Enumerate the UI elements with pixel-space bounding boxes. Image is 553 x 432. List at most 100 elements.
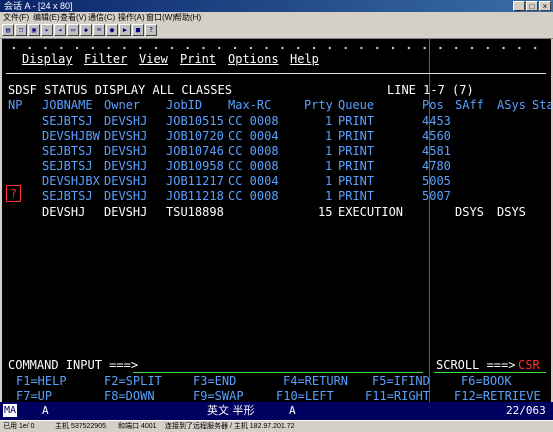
- row-saff: DSYS: [455, 205, 484, 219]
- command-input[interactable]: [133, 372, 423, 373]
- menu-actions[interactable]: 操作(A): [118, 12, 145, 23]
- row-prty: 1: [325, 159, 333, 173]
- menu-options[interactable]: Options: [228, 52, 279, 66]
- display-icon[interactable]: ▭: [67, 24, 79, 36]
- menu-help[interactable]: 帮助(H): [174, 12, 201, 23]
- pf-key[interactable]: F3=END: [193, 374, 236, 388]
- col-maxrc: Max-RC: [228, 98, 272, 112]
- col-pos: Pos: [422, 98, 444, 112]
- row-pos: 4453: [422, 114, 451, 128]
- row-jobid: JOB11218: [166, 189, 224, 203]
- print-icon[interactable]: ▤: [2, 24, 14, 36]
- menu-help-sdsf[interactable]: Help: [290, 52, 319, 66]
- connection-indicator: 已用 1e/ 0: [3, 423, 35, 430]
- pf-key[interactable]: F10=LEFT: [276, 389, 334, 402]
- connection-message: 连接到了远程服务器 / 主机 182.97.201.72: [165, 423, 295, 430]
- help-icon[interactable]: ?: [145, 24, 157, 36]
- row-maxrc: CC 0008: [228, 159, 279, 173]
- row-queue: PRINT: [338, 159, 375, 173]
- row-owner: DEVSHJ: [104, 189, 148, 203]
- row-maxrc: CC 0008: [228, 189, 279, 203]
- color-icon[interactable]: ◆: [80, 24, 92, 36]
- stop-icon[interactable]: ■: [132, 24, 144, 36]
- row-pos: 5007: [422, 189, 451, 203]
- oia-session: A: [42, 404, 49, 417]
- pf-key[interactable]: F12=RETRIEVE: [454, 389, 541, 402]
- menu-divider: [6, 73, 546, 74]
- connection-status-bar: 已用 1e/ 0 主机 537522905 和端口 4001 连接到了远程服务器…: [0, 420, 553, 432]
- row-queue: PRINT: [338, 129, 375, 143]
- row-jobid: JOB10515: [166, 114, 224, 128]
- menu-edit[interactable]: 编辑(E): [33, 12, 60, 23]
- row-owner: DEVSHJ: [104, 114, 148, 128]
- scroll-label: SCROLL ===>: [436, 358, 516, 372]
- pf-key[interactable]: F8=DOWN: [104, 389, 155, 402]
- row-pos: 4581: [422, 144, 451, 158]
- row-maxrc: CC 0004: [228, 129, 279, 143]
- row-asys: DSYS: [497, 205, 526, 219]
- scroll-underline: [434, 372, 546, 373]
- row-jobname: SEJBTSJ: [42, 144, 93, 158]
- scroll-input[interactable]: CSR: [518, 358, 540, 372]
- record-icon[interactable]: ●: [106, 24, 118, 36]
- row-maxrc: CC 0004: [228, 174, 279, 188]
- row-jobname: DEVSHJ: [42, 205, 86, 219]
- col-status: Sta: [532, 98, 551, 112]
- row-jobname: SEJBTSJ: [42, 114, 93, 128]
- pf-key[interactable]: F4=RETURN: [283, 374, 348, 388]
- pf-key[interactable]: F11=RIGHT: [365, 389, 430, 402]
- pf-key[interactable]: F1=HELP: [16, 374, 67, 388]
- maximize-button[interactable]: □: [526, 1, 538, 11]
- oia-session-2: A: [289, 404, 296, 417]
- window-title: 会话 A - [24 x 80]: [4, 1, 73, 11]
- row-jobid: JOB11217: [166, 174, 224, 188]
- pf-key[interactable]: F9=SWAP: [193, 389, 244, 402]
- host-field: 主机 537522905: [55, 423, 106, 430]
- row-jobname: DEVSHJBX: [42, 174, 100, 188]
- pf-key[interactable]: F2=SPLIT: [104, 374, 162, 388]
- terminal-screen[interactable]: Display Filter View Print Options Help S…: [2, 39, 551, 402]
- menu-file[interactable]: 文件(F): [3, 12, 29, 23]
- oia-ma-indicator: MA: [3, 404, 18, 417]
- menu-print[interactable]: Print: [180, 52, 216, 66]
- row-pos: 4780: [422, 159, 451, 173]
- row-prty: 15: [318, 205, 333, 219]
- close-button[interactable]: ×: [539, 1, 551, 11]
- keyboard-icon[interactable]: ⌨: [93, 24, 105, 36]
- row-prty: 1: [325, 114, 333, 128]
- receive-icon[interactable]: ◂: [54, 24, 66, 36]
- pf-key[interactable]: F6=BOOK: [461, 374, 512, 388]
- emulator-window: 会话 A - [24 x 80] _ □ × 文件(F) 编辑(E) 查看(V)…: [0, 0, 553, 432]
- minimize-button[interactable]: _: [513, 1, 525, 11]
- menu-bar: 文件(F) 编辑(E) 查看(V) 通信(C) 操作(A) 窗口(W) 帮助(H…: [0, 12, 553, 23]
- col-np: NP: [8, 98, 23, 112]
- row-pos: 4560: [422, 129, 451, 143]
- pf-key[interactable]: F5=IFIND: [372, 374, 430, 388]
- pf-key[interactable]: F7=UP: [16, 389, 52, 402]
- col-owner: Owner: [104, 98, 141, 112]
- menu-communication[interactable]: 通信(C): [88, 12, 115, 23]
- row-prty: 1: [325, 174, 333, 188]
- row-queue: PRINT: [338, 114, 375, 128]
- row-queue: EXECUTION: [338, 205, 404, 219]
- menu-window[interactable]: 窗口(W): [146, 12, 175, 23]
- row-maxrc: CC 0008: [228, 114, 279, 128]
- row-queue: PRINT: [338, 189, 375, 203]
- col-saff: SAff: [455, 98, 484, 112]
- line-info: LINE 1-7 (7): [387, 83, 474, 97]
- row-queue: PRINT: [338, 174, 375, 188]
- row-jobid: JOB10746: [166, 144, 224, 158]
- menu-display[interactable]: Display: [22, 52, 73, 66]
- copy-icon[interactable]: ❐: [15, 24, 27, 36]
- np-input-cursor[interactable]: ?: [6, 185, 21, 202]
- row-jobid: JOB10720: [166, 129, 224, 143]
- menu-view[interactable]: 查看(V): [60, 12, 87, 23]
- menu-filter[interactable]: Filter: [84, 52, 127, 66]
- play-icon[interactable]: ▶: [119, 24, 131, 36]
- row-prty: 1: [325, 189, 333, 203]
- send-icon[interactable]: ▸: [41, 24, 53, 36]
- menu-view-sdsf[interactable]: View: [139, 52, 168, 66]
- panel-title: SDSF STATUS DISPLAY ALL CLASSES: [8, 83, 232, 97]
- paste-icon[interactable]: ▣: [28, 24, 40, 36]
- col-asys: ASys: [497, 98, 526, 112]
